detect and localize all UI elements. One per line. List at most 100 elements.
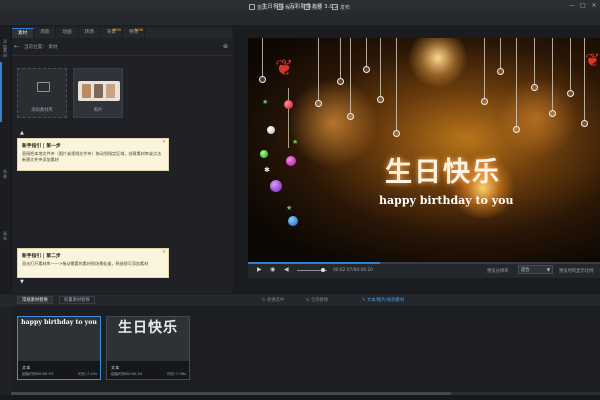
guide-text: 直接把本地文件夹（图片或视频文件夹）拖动到指定区域，创建素材库或点击新建文件夹添… — [22, 151, 162, 162]
red-bow-ornament: ❦ — [275, 56, 294, 81]
guide-pointer-icon: ▲ — [20, 130, 24, 136]
main-toolbar — [0, 11, 600, 26]
guide-title: 新手指引 | 第二步 — [22, 254, 61, 259]
guide-title: 新手指引 | 第一步 — [22, 144, 61, 149]
new-folder-icon[interactable]: ⊕ — [223, 43, 228, 50]
tab-normal-replace[interactable]: 常规素材替换 — [17, 296, 53, 304]
home-icon — [249, 4, 255, 10]
replace-selected-button[interactable]: ↻ 替换选中 — [262, 297, 284, 303]
play-icon[interactable]: ▶ — [257, 266, 262, 273]
bokeh-light — [288, 78, 378, 168]
left-strip-item-canvas[interactable]: 画布 — [3, 231, 8, 246]
tab-scene[interactable]: 场景 — [34, 28, 57, 38]
tab-transition[interactable]: 转场 — [79, 28, 101, 38]
tab-animation[interactable]: 动画 — [56, 28, 79, 38]
timecode: 00:02.07/00:06.20 — [333, 268, 373, 273]
tab-background[interactable]: 背景 NEW — [101, 28, 124, 38]
clip-start-time: 起始时间00:00.54 — [111, 372, 143, 376]
ornament-ball — [267, 126, 275, 134]
library-path: 当前位置： 素材 — [24, 45, 58, 50]
clip-start-time: 起始时间00:00.53 — [22, 372, 54, 376]
heart-ornament — [567, 90, 574, 97]
star-ornament: ✱ — [264, 166, 270, 174]
heart-ornament — [581, 120, 588, 127]
divider — [12, 55, 232, 56]
heart-ornament — [497, 68, 504, 75]
volume-icon[interactable]: ◀ — [284, 266, 289, 273]
preview-canvas[interactable]: ❦ ❦ ★ ★ ✱ ★ 生日快乐 happy birthday to you — [248, 38, 600, 262]
left-strip — [0, 25, 12, 293]
left-strip-item-add[interactable]: 添加素材 — [3, 39, 8, 57]
red-bow-ornament: ❦ — [585, 50, 600, 71]
clip-card[interactable]: 生日快乐 文本 起始时间00:00.54 时长:7.36s — [106, 316, 190, 380]
clip-type: 文本 — [22, 365, 31, 370]
star-ornament: ★ — [262, 98, 269, 106]
left-strip-active-indicator — [0, 62, 2, 122]
preview-title-text[interactable]: 生日快乐 — [385, 150, 501, 189]
home-button[interactable]: 首页 — [249, 3, 267, 11]
close-button[interactable]: ✕ — [589, 1, 599, 10]
publish-icon — [332, 4, 338, 10]
library-tabs: 素材 场景 动画 转场 背景 NEW 特效 NEW — [12, 28, 232, 38]
tab-material[interactable]: 素材 — [12, 28, 35, 38]
clip-duration: 时长:7.36s — [167, 372, 186, 376]
heart-ornament — [377, 96, 384, 103]
clip-info: 文本 起始时间00:00.53 时长:7.42s — [18, 361, 100, 379]
clip-type: 文本 — [111, 365, 120, 370]
guide-step-1: 新手指引 | 第一步 直接把本地文件夹（图片或视频文件夹）拖动到指定区域，创建素… — [17, 138, 169, 171]
heart-ornament — [363, 66, 370, 73]
preview-subtitle-text[interactable]: happy birthday to you — [379, 194, 514, 207]
add-folder-icon — [37, 82, 50, 92]
ornament-ball — [270, 180, 282, 192]
status-bar — [0, 395, 600, 400]
clip-preview-text: happy birthday to you — [21, 319, 97, 326]
ornament-ball — [286, 156, 296, 166]
new-badge: NEW — [112, 28, 122, 32]
guide-pointer-icon: ▼ — [20, 279, 24, 285]
close-icon[interactable]: ✕ — [162, 250, 166, 255]
tab-batch-replace[interactable]: 批量素材替换 — [59, 296, 95, 304]
guide-step-2: 新手指引 | 第二步 双击打开素材库——>拖动需要的素材到场景轨道，释放即可添加… — [17, 248, 169, 278]
heart-ornament — [337, 78, 344, 85]
window-title: 生日祝福 - 万彩影像大师 3.0.2 — [261, 4, 339, 10]
display-ratio-label[interactable]: 预览时的显示比例 — [559, 268, 593, 274]
star-ornament: ★ — [286, 204, 293, 212]
ornament-ball — [284, 100, 293, 109]
heart-ornament — [393, 130, 400, 137]
photo-folder-tile[interactable]: 照片 — [73, 68, 123, 118]
folder-thumbnail — [78, 81, 120, 101]
heart-ornament — [513, 126, 520, 133]
resolution-select[interactable]: 适合 ▼ — [518, 265, 553, 274]
material-type-button[interactable]: ✎ 文本/图片/视频素材 — [362, 297, 404, 303]
library-path-bar: ← 当前位置： 素材 ⊕ — [12, 42, 232, 52]
close-icon[interactable]: ✕ — [162, 140, 166, 145]
clip-preview-text: 生日快乐 — [118, 320, 178, 336]
maximize-button[interactable]: □ — [578, 1, 588, 10]
heart-ornament — [315, 100, 322, 107]
publish-button[interactable]: 发布 — [332, 3, 350, 11]
save-icon — [277, 4, 283, 10]
heart-ornament — [531, 84, 538, 91]
clip-info: 文本 起始时间00:00.54 时长:7.36s — [107, 361, 189, 379]
preview-button[interactable]: 预览 — [304, 3, 322, 11]
add-library-tile[interactable]: 添加素材库 — [17, 68, 67, 118]
minimize-button[interactable]: — — [567, 1, 577, 10]
back-arrow-icon[interactable]: ← — [14, 43, 19, 50]
preview-icon — [304, 4, 310, 10]
resolution-label: 预览分辨率 — [487, 269, 509, 274]
replace-all-button[interactable]: ↻ 全部替换 — [306, 297, 328, 303]
left-strip-item-scene[interactable]: 场景 — [3, 169, 8, 184]
ornament-ball — [260, 150, 268, 158]
new-badge: NEW — [134, 28, 144, 32]
heart-ornament — [259, 76, 266, 83]
clip-duration: 时长:7.42s — [78, 372, 97, 376]
loop-icon[interactable]: ◉ — [270, 266, 275, 273]
volume-slider-handle[interactable] — [320, 268, 325, 272]
star-ornament: ★ — [292, 138, 299, 146]
clip-card[interactable]: happy birthday to you 文本 起始时间00:00.53 时长… — [17, 316, 101, 380]
heart-ornament — [549, 110, 556, 117]
tab-effects[interactable]: 特效 NEW — [123, 28, 146, 38]
save-button[interactable]: 保存 — [277, 3, 295, 11]
guide-text: 双击打开素材库——>拖动需要的素材到场景轨道，释放即可添加素材 — [22, 261, 149, 266]
chevron-down-icon: ▼ — [546, 267, 550, 272]
